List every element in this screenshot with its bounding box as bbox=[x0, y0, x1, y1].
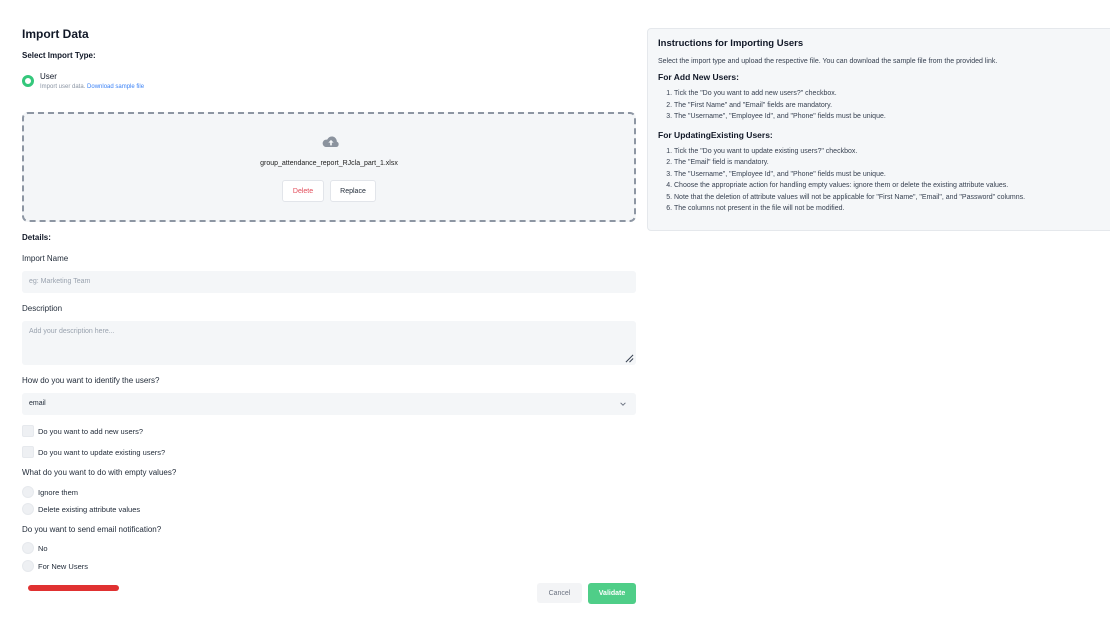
radio-selected-icon bbox=[22, 75, 34, 87]
instructions-title: Instructions for Importing Users bbox=[658, 38, 804, 49]
import-type-user-label: User bbox=[40, 72, 57, 81]
add-new-users-checkbox[interactable]: Do you want to add new users? bbox=[22, 425, 143, 437]
checkbox-icon bbox=[22, 425, 34, 437]
radio-icon bbox=[22, 486, 34, 498]
page-title: Import Data bbox=[22, 27, 89, 41]
select-import-type-label: Select Import Type: bbox=[22, 51, 96, 60]
import-type-user-option[interactable]: User Import user data. Download sample f… bbox=[22, 72, 144, 90]
update-users-list: Tick the "Do you want to update existing… bbox=[658, 146, 1106, 215]
list-item: Tick the "Do you want to update existing… bbox=[674, 146, 1106, 158]
add-users-heading: For Add New Users: bbox=[658, 72, 739, 82]
uploaded-file-name: group_attendance_report_RJcla_part_1.xls… bbox=[260, 160, 398, 167]
cancel-button[interactable]: Cancel bbox=[537, 583, 582, 603]
radio-ignore-them[interactable]: Ignore them bbox=[22, 486, 78, 498]
list-item: Tick the "Do you want to add new users?"… bbox=[674, 88, 1106, 100]
instructions-panel: Instructions for Importing Users Select … bbox=[647, 28, 1110, 231]
chevron-down-icon bbox=[620, 402, 626, 406]
list-item: Choose the appropriate action for handli… bbox=[674, 180, 1106, 192]
download-sample-link[interactable]: Download sample file bbox=[87, 84, 144, 90]
radio-icon bbox=[22, 542, 34, 554]
update-users-heading: For UpdatingExisting Users: bbox=[658, 129, 773, 140]
red-annotation-mark bbox=[28, 585, 119, 591]
radio-no[interactable]: No bbox=[22, 542, 48, 554]
validate-button[interactable]: Validate bbox=[588, 583, 636, 604]
radio-icon bbox=[22, 503, 34, 515]
list-item: The "Email" field is mandatory. bbox=[674, 157, 1106, 169]
radio-delete-attribute-values[interactable]: Delete existing attribute values bbox=[22, 503, 140, 515]
delete-file-button[interactable]: Delete bbox=[282, 180, 324, 202]
list-item: The "Username", "Employee Id", and "Phon… bbox=[674, 111, 1106, 123]
radio-for-new-users-label: For New Users bbox=[38, 561, 89, 571]
list-item: The "First Name" and "Email" fields are … bbox=[674, 100, 1106, 112]
list-item: The columns not present in the file will… bbox=[674, 203, 1106, 215]
description-label: Description bbox=[22, 304, 63, 313]
checkbox-icon bbox=[22, 446, 34, 458]
import-name-input[interactable]: eg: Marketing Team bbox=[22, 271, 636, 293]
update-existing-users-checkbox[interactable]: Do you want to update existing users? bbox=[22, 446, 165, 458]
resize-handle-icon[interactable] bbox=[625, 354, 634, 363]
radio-no-label: No bbox=[38, 543, 48, 553]
update-existing-users-label: Do you want to update existing users? bbox=[38, 447, 166, 457]
add-users-list: Tick the "Do you want to add new users?"… bbox=[658, 88, 1106, 123]
description-textarea[interactable]: Add your description here... bbox=[22, 321, 636, 365]
radio-icon bbox=[22, 560, 34, 572]
email-notification-label: Do you want to send email notification? bbox=[22, 525, 162, 534]
file-dropzone[interactable]: group_attendance_report_RJcla_part_1.xls… bbox=[22, 112, 636, 222]
description-placeholder: Add your description here... bbox=[29, 328, 115, 335]
identify-users-value: email bbox=[29, 400, 46, 407]
radio-for-new-users[interactable]: For New Users bbox=[22, 560, 88, 572]
import-name-label: Import Name bbox=[22, 254, 69, 263]
replace-file-button[interactable]: Replace bbox=[330, 180, 376, 202]
radio-ignore-them-label: Ignore them bbox=[38, 487, 79, 497]
identify-users-select[interactable]: email bbox=[22, 393, 636, 415]
add-new-users-label: Do you want to add new users? bbox=[38, 426, 144, 436]
details-label: Details: bbox=[22, 233, 51, 242]
import-type-user-subtext: Import user data. bbox=[40, 84, 86, 90]
radio-delete-attribute-values-label: Delete existing attribute values bbox=[38, 504, 141, 514]
instructions-intro: Select the import type and upload the re… bbox=[658, 58, 998, 65]
list-item: Note that the deletion of attribute valu… bbox=[674, 192, 1106, 204]
list-item: The "Username", "Employee Id", and "Phon… bbox=[674, 169, 1106, 181]
empty-values-label: What do you want to do with empty values… bbox=[22, 468, 177, 477]
cloud-upload-icon bbox=[322, 136, 339, 147]
identify-users-label: How do you want to identify the users? bbox=[22, 376, 160, 385]
